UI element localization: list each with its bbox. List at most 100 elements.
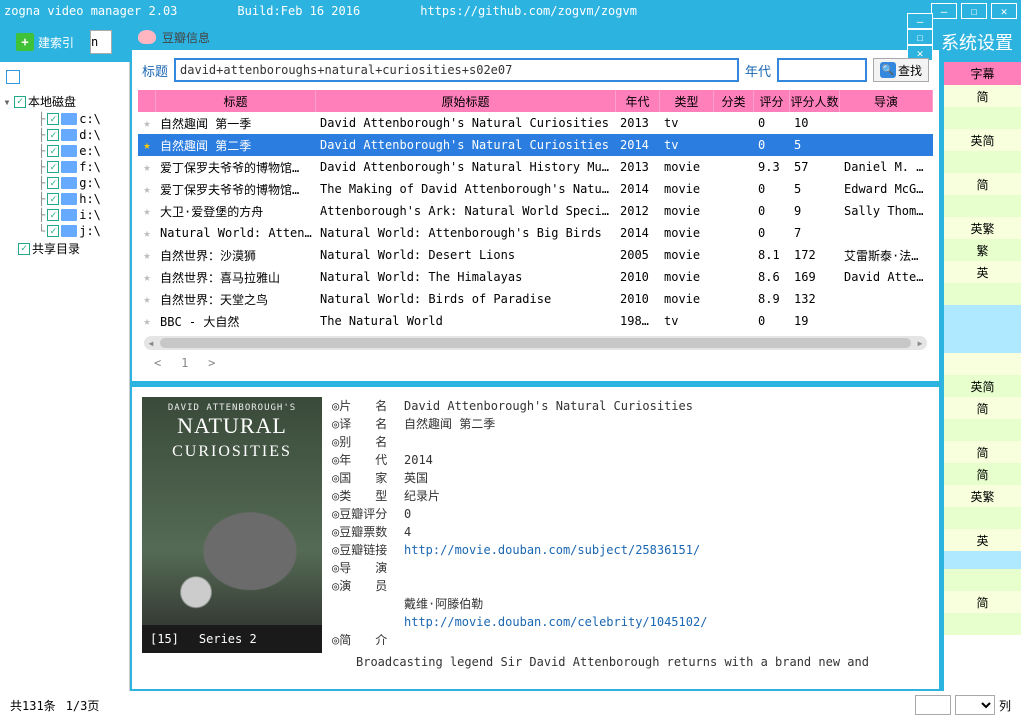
subtitle-cell[interactable] <box>944 419 1021 441</box>
th-rating[interactable]: 评分 <box>754 90 790 112</box>
subtitle-cell[interactable]: 繁 <box>944 239 1021 261</box>
checkbox-icon[interactable]: ✓ <box>47 209 59 221</box>
star-icon[interactable]: ★ <box>138 204 156 218</box>
cell-type: movie <box>660 160 714 174</box>
table-row[interactable]: ★大卫·爱登堡的方舟Attenborough's Ark: Natural Wo… <box>138 200 933 222</box>
cell-votes: 5 <box>790 182 840 196</box>
subtitle-cell[interactable]: 简 <box>944 591 1021 613</box>
subtitle-header[interactable]: 字幕 <box>944 62 1021 85</box>
checkbox-icon[interactable]: ✓ <box>47 193 59 205</box>
subtitle-cell[interactable] <box>944 507 1021 529</box>
status-input[interactable] <box>915 695 951 715</box>
table-row[interactable]: ★自然世界：沙漠狮Natural World: Desert Lions2005… <box>138 244 933 266</box>
th-director[interactable]: 导演 <box>840 90 933 112</box>
tree-drive[interactable]: ├✓ g:\ <box>2 175 127 191</box>
th-year[interactable]: 年代 <box>616 90 660 112</box>
table-row[interactable]: ★自然世界：天堂之鸟Natural World: Birds of Paradi… <box>138 288 933 310</box>
table-row[interactable]: ★BBC - 大自然The Natural World198…tv019 <box>138 310 933 332</box>
collapse-icon[interactable]: ▾ <box>2 95 12 109</box>
th-title[interactable]: 标题 <box>156 90 316 112</box>
scroll-left-icon[interactable]: ◂ <box>144 336 158 350</box>
tree-drive[interactable]: ├✓ f:\ <box>2 159 127 175</box>
build-index-button[interactable]: + 建索引 <box>8 29 82 55</box>
tree-drive[interactable]: ├✓ d:\ <box>2 127 127 143</box>
tree-share[interactable]: ✓ 共享目录 <box>2 239 127 258</box>
subtitle-cell[interactable]: 简 <box>944 397 1021 419</box>
horizontal-scrollbar[interactable]: ◂ ▸ <box>144 336 927 350</box>
table-row[interactable]: ★自然趣闻 第二季David Attenborough's Natural Cu… <box>138 134 933 156</box>
cell-votes: 172 <box>790 248 840 262</box>
checkbox-icon[interactable]: ✓ <box>47 225 59 237</box>
close-button[interactable]: ✕ <box>991 3 1017 19</box>
table-row[interactable]: ★爱丁保罗夫爷爷的博物馆…The Making of David Attenbo… <box>138 178 933 200</box>
table-row[interactable]: ★爱丁保罗夫爷爷的博物馆…David Attenborough's Natura… <box>138 156 933 178</box>
douban-link[interactable]: http://movie.douban.com/subject/25836151… <box>404 541 929 559</box>
table-row[interactable]: ★自然世界：喜马拉雅山Natural World: The Himalayas2… <box>138 266 933 288</box>
pager-prev[interactable]: < <box>154 356 161 370</box>
tree-layout-icon[interactable] <box>6 70 20 84</box>
subtitle-cell[interactable] <box>944 107 1021 129</box>
star-icon[interactable]: ★ <box>138 292 156 306</box>
subtitle-cell[interactable]: 英简 <box>944 129 1021 151</box>
douban-minimize-button[interactable]: — <box>907 13 933 29</box>
star-icon[interactable]: ★ <box>138 138 156 152</box>
repo-url[interactable]: https://github.com/zogvm/zogvm <box>420 4 637 18</box>
star-icon[interactable]: ★ <box>138 182 156 196</box>
cast-link[interactable]: http://movie.douban.com/celebrity/104510… <box>404 613 929 631</box>
find-button[interactable]: 🔍 查找 <box>873 58 929 82</box>
subtitle-cell[interactable]: 英 <box>944 261 1021 283</box>
tree-root[interactable]: ▾ ✓ 本地磁盘 <box>2 92 127 111</box>
system-settings-button[interactable]: 系统设置 <box>941 29 1013 55</box>
pager-next[interactable]: > <box>208 356 215 370</box>
th-orig[interactable]: 原始标题 <box>316 90 616 112</box>
subtitle-cell[interactable] <box>944 353 1021 375</box>
status-select[interactable] <box>955 695 995 715</box>
subtitle-cell[interactable] <box>944 283 1021 305</box>
subtitle-cell[interactable]: 英 <box>944 529 1021 551</box>
subtitle-cell[interactable] <box>944 613 1021 635</box>
title-search-input[interactable] <box>174 58 739 82</box>
subtitle-cell[interactable]: 简 <box>944 463 1021 485</box>
checkbox-icon[interactable]: ✓ <box>47 113 59 125</box>
star-icon[interactable]: ★ <box>138 160 156 174</box>
subtitle-cell[interactable]: 英简 <box>944 375 1021 397</box>
tree-drive[interactable]: ├✓ h:\ <box>2 191 127 207</box>
th-type[interactable]: 类型 <box>660 90 714 112</box>
subtitle-cell[interactable] <box>944 195 1021 217</box>
tree-drive[interactable]: └✓ j:\ <box>2 223 127 239</box>
scroll-right-icon[interactable]: ▸ <box>913 336 927 350</box>
subtitle-cell[interactable] <box>944 569 1021 591</box>
scroll-thumb[interactable] <box>160 338 911 348</box>
subtitle-cell[interactable]: 简 <box>944 441 1021 463</box>
star-icon[interactable]: ★ <box>138 116 156 130</box>
table-row[interactable]: ★Natural World: Attenbor…Natural World: … <box>138 222 933 244</box>
subtitle-cell[interactable]: 简 <box>944 173 1021 195</box>
checkbox-icon[interactable]: ✓ <box>47 177 59 189</box>
checkbox-icon[interactable]: ✓ <box>18 243 30 255</box>
star-icon[interactable]: ★ <box>138 226 156 240</box>
divider[interactable] <box>132 381 939 387</box>
maximize-button[interactable]: ☐ <box>961 3 987 19</box>
star-icon[interactable]: ★ <box>138 314 156 328</box>
subtitle-cell[interactable] <box>944 151 1021 173</box>
checkbox-icon[interactable]: ✓ <box>47 145 59 157</box>
checkbox-icon[interactable]: ✓ <box>47 129 59 141</box>
checkbox-icon[interactable]: ✓ <box>47 161 59 173</box>
subtitle-cell[interactable]: 简 <box>944 85 1021 107</box>
table-row[interactable]: ★自然趣闻 第一季David Attenborough's Natural Cu… <box>138 112 933 134</box>
tree-drive[interactable]: ├✓ e:\ <box>2 143 127 159</box>
star-icon[interactable]: ★ <box>138 270 156 284</box>
th-votes[interactable]: 评分人数 <box>790 90 840 112</box>
th-cat[interactable]: 分类 <box>714 90 754 112</box>
year-search-input[interactable] <box>777 58 867 82</box>
tree-drive[interactable]: ├✓ c:\ <box>2 111 127 127</box>
tree-drive[interactable]: ├✓ i:\ <box>2 207 127 223</box>
checkbox-icon[interactable]: ✓ <box>14 96 26 108</box>
star-icon[interactable]: ★ <box>138 248 156 262</box>
douban-maximize-button[interactable]: ☐ <box>907 29 933 45</box>
n-field[interactable] <box>90 30 112 54</box>
minimize-button[interactable]: — <box>931 3 957 19</box>
th-star[interactable] <box>138 90 156 112</box>
subtitle-cell[interactable]: 英繁 <box>944 485 1021 507</box>
subtitle-cell[interactable]: 英繁 <box>944 217 1021 239</box>
